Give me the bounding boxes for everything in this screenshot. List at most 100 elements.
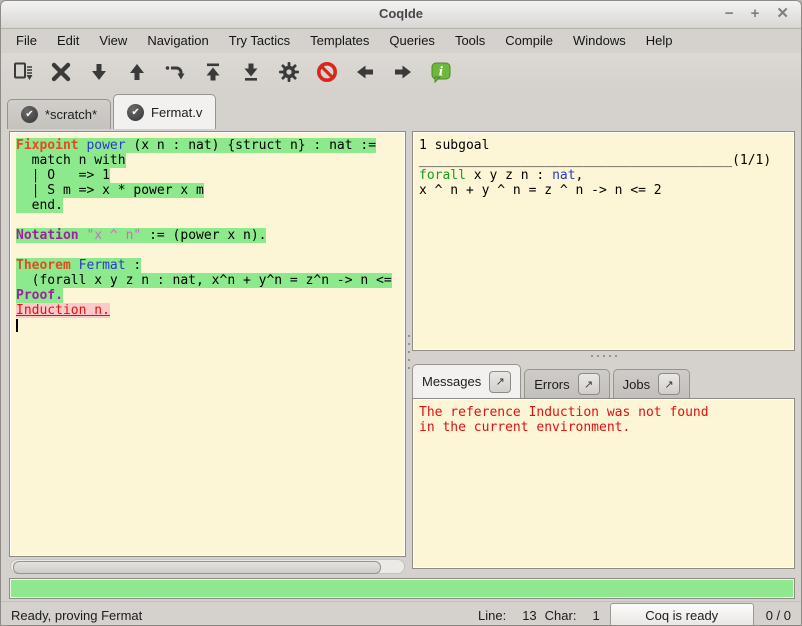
tab-scratch[interactable]: ✔ *scratch* bbox=[7, 99, 111, 129]
message-tab-bar: Messages ↗ Errors ↗ Jobs ↗ bbox=[412, 365, 690, 398]
save-button[interactable] bbox=[9, 58, 36, 85]
code-line bbox=[16, 213, 405, 228]
tab-check-icon: ✔ bbox=[21, 106, 38, 123]
message-tab-label: Errors bbox=[534, 377, 569, 392]
message-tab-messages[interactable]: Messages ↗ bbox=[412, 364, 521, 398]
code-line bbox=[16, 243, 405, 258]
interrupt-button[interactable] bbox=[313, 58, 340, 85]
detach-arrow-icon: ↗ bbox=[584, 378, 593, 391]
minimize-button[interactable]: − bbox=[725, 4, 734, 24]
detach-panel-button[interactable]: ↗ bbox=[578, 373, 600, 395]
interrupt-icon bbox=[315, 60, 339, 84]
goal-panel: 1 subgoal_______________________________… bbox=[412, 131, 795, 351]
prover-counter: 0 / 0 bbox=[766, 608, 791, 623]
about-icon: i bbox=[429, 60, 453, 84]
code-line: 1 subgoal bbox=[419, 138, 794, 153]
fully-check-button[interactable] bbox=[275, 58, 302, 85]
code-editor[interactable]: Fixpoint power (x n : nat) {struct n} : … bbox=[9, 131, 406, 557]
tab-label: *scratch* bbox=[45, 107, 97, 122]
menu-item-compile[interactable]: Compile bbox=[495, 29, 563, 52]
code-line: ________________________________________… bbox=[419, 153, 794, 168]
go-to-end-button[interactable] bbox=[237, 58, 264, 85]
menu-item-try-tactics[interactable]: Try Tactics bbox=[219, 29, 300, 52]
code-line: | S m => x * power x m bbox=[16, 183, 405, 198]
message-tab-label: Jobs bbox=[623, 377, 650, 392]
forward-button[interactable] bbox=[389, 58, 416, 85]
code-line: match n with bbox=[16, 153, 405, 168]
menu-item-windows[interactable]: Windows bbox=[563, 29, 636, 52]
code-line: Theorem Fermat : bbox=[16, 258, 405, 273]
code-content: Fixpoint power (x n : nat) {struct n} : … bbox=[10, 132, 405, 333]
tab-fermat-v[interactable]: ✔ Fermat.v bbox=[113, 94, 216, 129]
coq-status-button[interactable]: Coq is ready bbox=[610, 603, 754, 626]
tab-bar: ✔ *scratch* ✔ Fermat.v bbox=[1, 90, 801, 129]
go-to-cursor-button[interactable] bbox=[161, 58, 188, 85]
scrollbar-thumb[interactable] bbox=[13, 561, 381, 574]
menu-item-templates[interactable]: Templates bbox=[300, 29, 379, 52]
step-forward-button[interactable] bbox=[85, 58, 112, 85]
code-line: Fixpoint power (x n : nat) {struct n} : … bbox=[16, 138, 405, 153]
back-button[interactable] bbox=[351, 58, 378, 85]
line-value: 13 bbox=[522, 608, 536, 623]
back-icon bbox=[353, 60, 377, 84]
menu-item-tools[interactable]: Tools bbox=[445, 29, 495, 52]
fully-check-icon bbox=[277, 60, 301, 84]
progress-bar bbox=[9, 578, 795, 599]
code-line: Proof. bbox=[16, 288, 405, 303]
code-line: x ^ n + y ^ n = z ^ n -> n <= 2 bbox=[419, 183, 794, 198]
message-tab-jobs[interactable]: Jobs ↗ bbox=[613, 369, 690, 398]
menu-item-view[interactable]: View bbox=[89, 29, 137, 52]
maximize-button[interactable]: + bbox=[751, 4, 760, 24]
step-backward-button[interactable] bbox=[123, 58, 150, 85]
go-to-start-icon bbox=[201, 60, 225, 84]
close-button[interactable]: ✕ bbox=[776, 4, 789, 24]
code-line bbox=[16, 318, 405, 333]
window-title: CoqIde bbox=[1, 6, 801, 21]
step-forward-icon bbox=[87, 60, 111, 84]
menu-item-file[interactable]: File bbox=[6, 29, 47, 52]
detach-panel-button[interactable]: ↗ bbox=[489, 371, 511, 393]
status-bar: Ready, proving Fermat Line: 13 Char: 1 C… bbox=[1, 601, 801, 626]
about-button[interactable]: i bbox=[427, 58, 454, 85]
svg-text:i: i bbox=[438, 64, 443, 78]
toolbar: i bbox=[1, 53, 801, 90]
close-button[interactable] bbox=[47, 58, 74, 85]
detach-arrow-icon: ↗ bbox=[665, 378, 674, 391]
goal-content: 1 subgoal_______________________________… bbox=[413, 132, 794, 198]
menu-item-queries[interactable]: Queries bbox=[379, 29, 445, 52]
step-backward-icon bbox=[125, 60, 149, 84]
horizontal-splitter-handle[interactable] bbox=[412, 351, 795, 360]
code-line: forall x y z n : nat, bbox=[419, 168, 794, 183]
go-to-end-icon bbox=[239, 60, 263, 84]
horizontal-scrollbar[interactable] bbox=[10, 559, 405, 574]
message-line: in the current environment. bbox=[419, 420, 794, 435]
message-tab-label: Messages bbox=[422, 374, 481, 389]
line-label: Line: bbox=[478, 608, 506, 623]
code-line: Notation "x ^ n" := (power x n). bbox=[16, 228, 405, 243]
message-line: The reference Induction was not found bbox=[419, 405, 794, 420]
go-to-cursor-icon bbox=[163, 60, 187, 84]
menu-item-help[interactable]: Help bbox=[636, 29, 683, 52]
status-message: Ready, proving Fermat bbox=[11, 608, 142, 623]
tab-check-icon: ✔ bbox=[127, 104, 144, 121]
detach-panel-button[interactable]: ↗ bbox=[658, 373, 680, 395]
app-window: CoqIde − + ✕ FileEditViewNavigationTry T… bbox=[0, 0, 802, 626]
message-tab-errors[interactable]: Errors ↗ bbox=[524, 369, 609, 398]
code-line: | O => 1 bbox=[16, 168, 405, 183]
menu-item-edit[interactable]: Edit bbox=[47, 29, 89, 52]
close-icon bbox=[49, 60, 73, 84]
go-to-start-button[interactable] bbox=[199, 58, 226, 85]
code-line: end. bbox=[16, 198, 405, 213]
menu-bar: FileEditViewNavigationTry TacticsTemplat… bbox=[1, 28, 801, 53]
save-icon bbox=[11, 60, 35, 84]
code-line: (forall x y z n : nat, x^n + y^n = z^n -… bbox=[16, 273, 405, 288]
code-line: Induction n. bbox=[16, 303, 405, 318]
tab-label: Fermat.v bbox=[151, 105, 202, 120]
text-cursor bbox=[16, 319, 18, 332]
detach-arrow-icon: ↗ bbox=[496, 375, 505, 388]
message-panel: The reference Induction was not foundin … bbox=[412, 398, 795, 569]
forward-icon bbox=[391, 60, 415, 84]
menu-item-navigation[interactable]: Navigation bbox=[137, 29, 218, 52]
title-bar[interactable]: CoqIde − + ✕ bbox=[1, 1, 801, 29]
char-label: Char: bbox=[545, 608, 577, 623]
